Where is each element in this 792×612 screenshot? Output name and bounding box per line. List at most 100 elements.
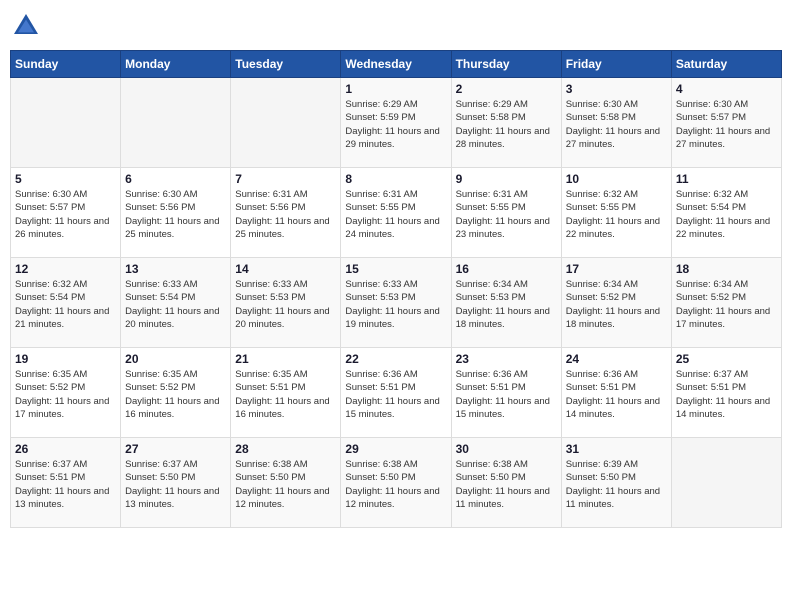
day-info: Sunrise: 6:36 AM Sunset: 5:51 PM Dayligh… xyxy=(566,368,667,421)
day-number: 5 xyxy=(15,172,116,186)
calendar-week-row: 19 Sunrise: 6:35 AM Sunset: 5:52 PM Dayli… xyxy=(11,348,782,438)
calendar-header-row: SundayMondayTuesdayWednesdayThursdayFrid… xyxy=(11,51,782,78)
day-number: 11 xyxy=(676,172,777,186)
day-number: 1 xyxy=(345,82,446,96)
day-info: Sunrise: 6:35 AM Sunset: 5:52 PM Dayligh… xyxy=(15,368,116,421)
calendar-cell: 4 Sunrise: 6:30 AM Sunset: 5:57 PM Daylig… xyxy=(671,78,781,168)
calendar-cell: 8Sunrise: 6:31 AM Sunset: 5:55 PM Daylig… xyxy=(341,168,451,258)
day-info: Sunrise: 6:29 AM Sunset: 5:58 PM Dayligh… xyxy=(456,98,557,151)
calendar-cell: 25Sunrise: 6:37 AM Sunset: 5:51 PM Dayli… xyxy=(671,348,781,438)
calendar-cell: 16 Sunrise: 6:34 AM Sunset: 5:53 PM Dayli… xyxy=(451,258,561,348)
calendar-cell: 24 Sunrise: 6:36 AM Sunset: 5:51 PM Dayli… xyxy=(561,348,671,438)
calendar-cell: 18 Sunrise: 6:34 AM Sunset: 5:52 PM Dayli… xyxy=(671,258,781,348)
calendar-cell: 17 Sunrise: 6:34 AM Sunset: 5:52 PM Dayli… xyxy=(561,258,671,348)
calendar-cell: 21 Sunrise: 6:35 AM Sunset: 5:51 PM Dayli… xyxy=(231,348,341,438)
day-info: Sunrise: 6:35 AM Sunset: 5:52 PM Dayligh… xyxy=(125,368,226,421)
day-info: Sunrise: 6:33 AM Sunset: 5:54 PM Dayligh… xyxy=(125,278,226,331)
day-info: Sunrise: 6:34 AM Sunset: 5:53 PM Dayligh… xyxy=(456,278,557,331)
day-number: 19 xyxy=(15,352,116,366)
page-header xyxy=(10,10,782,42)
day-number: 6 xyxy=(125,172,226,186)
day-info: Sunrise: 6:38 AM Sunset: 5:50 PM Dayligh… xyxy=(235,458,336,511)
calendar-cell: 10Sunrise: 6:32 AM Sunset: 5:55 PM Dayli… xyxy=(561,168,671,258)
day-info: Sunrise: 6:35 AM Sunset: 5:51 PM Dayligh… xyxy=(235,368,336,421)
day-number: 17 xyxy=(566,262,667,276)
day-number: 28 xyxy=(235,442,336,456)
day-number: 26 xyxy=(15,442,116,456)
day-number: 8 xyxy=(345,172,446,186)
calendar-cell: 12 Sunrise: 6:32 AM Sunset: 5:54 PM Dayli… xyxy=(11,258,121,348)
day-info: Sunrise: 6:34 AM Sunset: 5:52 PM Dayligh… xyxy=(566,278,667,331)
calendar-cell: 6 Sunrise: 6:30 AM Sunset: 5:56 PM Daylig… xyxy=(121,168,231,258)
day-number: 15 xyxy=(345,262,446,276)
calendar-cell xyxy=(11,78,121,168)
calendar-week-row: 5 Sunrise: 6:30 AM Sunset: 5:57 PM Daylig… xyxy=(11,168,782,258)
day-info: Sunrise: 6:30 AM Sunset: 5:56 PM Dayligh… xyxy=(125,188,226,241)
calendar-cell: 14Sunrise: 6:33 AM Sunset: 5:53 PM Dayli… xyxy=(231,258,341,348)
day-info: Sunrise: 6:29 AM Sunset: 5:59 PM Dayligh… xyxy=(345,98,446,151)
day-info: Sunrise: 6:30 AM Sunset: 5:58 PM Dayligh… xyxy=(566,98,667,151)
calendar-cell: 29 Sunrise: 6:38 AM Sunset: 5:50 PM Dayli… xyxy=(341,438,451,528)
day-info: Sunrise: 6:32 AM Sunset: 5:54 PM Dayligh… xyxy=(15,278,116,331)
calendar-cell xyxy=(671,438,781,528)
calendar-cell xyxy=(231,78,341,168)
day-info: Sunrise: 6:37 AM Sunset: 5:51 PM Dayligh… xyxy=(676,368,777,421)
day-number: 23 xyxy=(456,352,557,366)
day-number: 24 xyxy=(566,352,667,366)
calendar-cell xyxy=(121,78,231,168)
logo xyxy=(10,10,46,42)
day-number: 3 xyxy=(566,82,667,96)
calendar-cell: 2 Sunrise: 6:29 AM Sunset: 5:58 PM Daylig… xyxy=(451,78,561,168)
calendar-cell: 15 Sunrise: 6:33 AM Sunset: 5:53 PM Dayli… xyxy=(341,258,451,348)
calendar-cell: 28 Sunrise: 6:38 AM Sunset: 5:50 PM Dayli… xyxy=(231,438,341,528)
day-info: Sunrise: 6:36 AM Sunset: 5:51 PM Dayligh… xyxy=(345,368,446,421)
calendar-cell: 27Sunrise: 6:37 AM Sunset: 5:50 PM Dayli… xyxy=(121,438,231,528)
calendar-cell: 31 Sunrise: 6:39 AM Sunset: 5:50 PM Dayli… xyxy=(561,438,671,528)
day-number: 7 xyxy=(235,172,336,186)
calendar-cell: 23 Sunrise: 6:36 AM Sunset: 5:51 PM Dayli… xyxy=(451,348,561,438)
calendar-cell: 22 Sunrise: 6:36 AM Sunset: 5:51 PM Dayli… xyxy=(341,348,451,438)
calendar-week-row: 1 Sunrise: 6:29 AM Sunset: 5:59 PM Daylig… xyxy=(11,78,782,168)
day-info: Sunrise: 6:36 AM Sunset: 5:51 PM Dayligh… xyxy=(456,368,557,421)
day-number: 4 xyxy=(676,82,777,96)
calendar-cell: 3 Sunrise: 6:30 AM Sunset: 5:58 PM Daylig… xyxy=(561,78,671,168)
day-number: 30 xyxy=(456,442,557,456)
day-number: 21 xyxy=(235,352,336,366)
day-number: 18 xyxy=(676,262,777,276)
calendar-cell: 20 Sunrise: 6:35 AM Sunset: 5:52 PM Dayli… xyxy=(121,348,231,438)
calendar-cell: 7 Sunrise: 6:31 AM Sunset: 5:56 PM Daylig… xyxy=(231,168,341,258)
day-info: Sunrise: 6:39 AM Sunset: 5:50 PM Dayligh… xyxy=(566,458,667,511)
day-info: Sunrise: 6:34 AM Sunset: 5:52 PM Dayligh… xyxy=(676,278,777,331)
day-number: 12 xyxy=(15,262,116,276)
calendar-cell: 30 Sunrise: 6:38 AM Sunset: 5:50 PM Dayli… xyxy=(451,438,561,528)
day-info: Sunrise: 6:31 AM Sunset: 5:56 PM Dayligh… xyxy=(235,188,336,241)
day-number: 13 xyxy=(125,262,226,276)
day-info: Sunrise: 6:38 AM Sunset: 5:50 PM Dayligh… xyxy=(456,458,557,511)
day-number: 16 xyxy=(456,262,557,276)
calendar-cell: 1 Sunrise: 6:29 AM Sunset: 5:59 PM Daylig… xyxy=(341,78,451,168)
day-info: Sunrise: 6:30 AM Sunset: 5:57 PM Dayligh… xyxy=(676,98,777,151)
day-info: Sunrise: 6:33 AM Sunset: 5:53 PM Dayligh… xyxy=(235,278,336,331)
calendar-cell: 5 Sunrise: 6:30 AM Sunset: 5:57 PM Daylig… xyxy=(11,168,121,258)
day-info: Sunrise: 6:31 AM Sunset: 5:55 PM Dayligh… xyxy=(456,188,557,241)
calendar-table: SundayMondayTuesdayWednesdayThursdayFrid… xyxy=(10,50,782,528)
day-of-week-header: Friday xyxy=(561,51,671,78)
logo-icon xyxy=(10,10,42,42)
day-number: 2 xyxy=(456,82,557,96)
day-info: Sunrise: 6:32 AM Sunset: 5:54 PM Dayligh… xyxy=(676,188,777,241)
day-info: Sunrise: 6:38 AM Sunset: 5:50 PM Dayligh… xyxy=(345,458,446,511)
day-info: Sunrise: 6:37 AM Sunset: 5:50 PM Dayligh… xyxy=(125,458,226,511)
calendar-cell: 26Sunrise: 6:37 AM Sunset: 5:51 PM Dayli… xyxy=(11,438,121,528)
day-info: Sunrise: 6:32 AM Sunset: 5:55 PM Dayligh… xyxy=(566,188,667,241)
day-of-week-header: Sunday xyxy=(11,51,121,78)
calendar-week-row: 26Sunrise: 6:37 AM Sunset: 5:51 PM Dayli… xyxy=(11,438,782,528)
day-info: Sunrise: 6:33 AM Sunset: 5:53 PM Dayligh… xyxy=(345,278,446,331)
day-number: 29 xyxy=(345,442,446,456)
day-number: 22 xyxy=(345,352,446,366)
calendar-week-row: 12 Sunrise: 6:32 AM Sunset: 5:54 PM Dayli… xyxy=(11,258,782,348)
day-of-week-header: Saturday xyxy=(671,51,781,78)
day-number: 31 xyxy=(566,442,667,456)
day-info: Sunrise: 6:30 AM Sunset: 5:57 PM Dayligh… xyxy=(15,188,116,241)
day-number: 20 xyxy=(125,352,226,366)
calendar-cell: 9Sunrise: 6:31 AM Sunset: 5:55 PM Daylig… xyxy=(451,168,561,258)
